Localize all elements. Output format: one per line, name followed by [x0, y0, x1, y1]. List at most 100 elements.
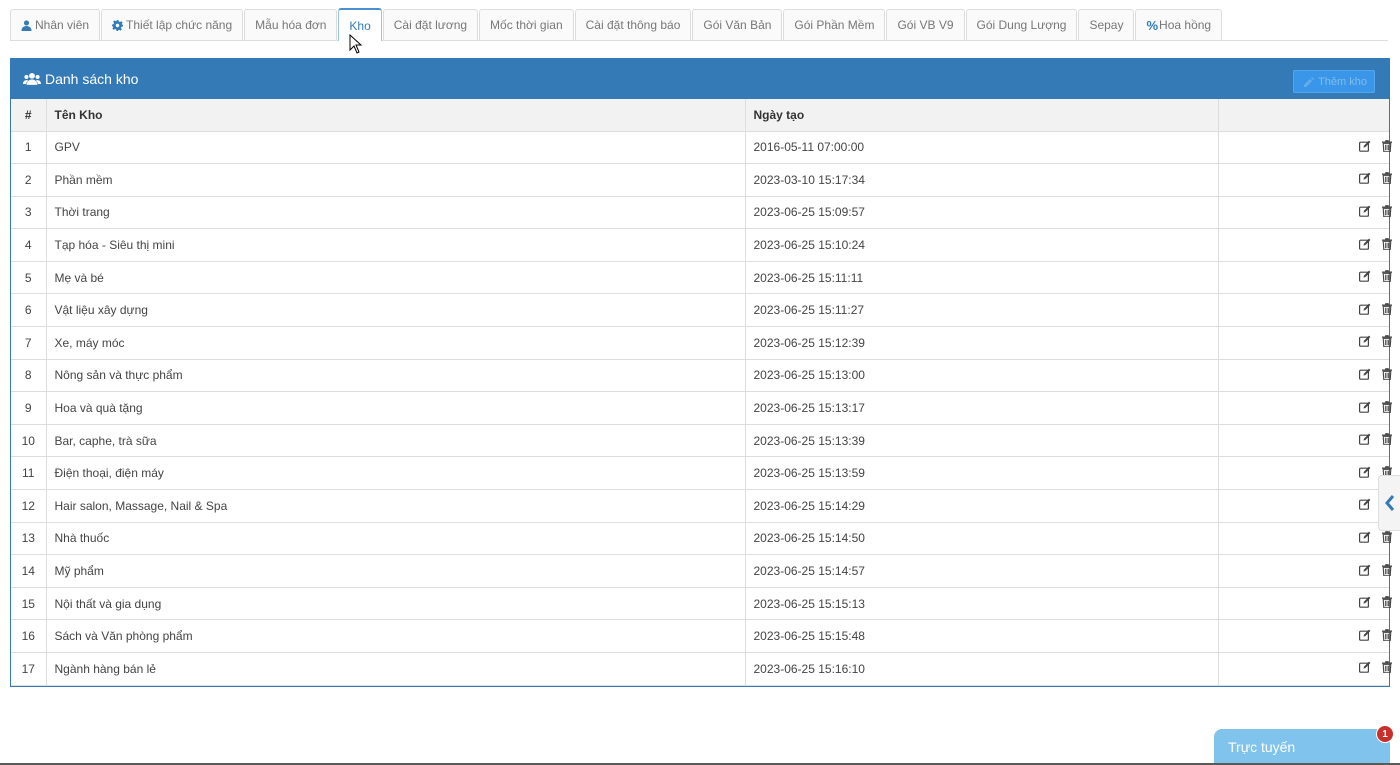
row-name: Tạp hóa - Siêu thị mini — [46, 228, 746, 262]
row-name: Mỹ phẩm — [46, 554, 746, 588]
column-header-actions — [1218, 99, 1389, 132]
edit-icon[interactable] — [1358, 564, 1371, 576]
row-actions — [1218, 424, 1392, 458]
row-created: 2023-06-25 15:13:39 — [745, 424, 1219, 458]
tab-13[interactable]: % Hoa hồng — [1135, 9, 1223, 40]
row-index: 6 — [11, 293, 47, 328]
edit-icon[interactable] — [1358, 531, 1371, 543]
row-actions — [1218, 652, 1392, 686]
tab-3[interactable]: Mẫu hóa đơn — [244, 9, 338, 40]
edit-icon[interactable] — [1358, 466, 1371, 478]
gear-icon — [112, 19, 124, 31]
column-header-index: # — [11, 99, 47, 132]
table-row: 8 Nông sản và thực phẩm 2023-06-25 15:13:0… — [11, 359, 1392, 393]
table-row: 16 Sách và Văn phòng phẩm 2023-06-25 15:15… — [11, 619, 1392, 653]
row-index: 12 — [11, 489, 47, 523]
row-created: 2023-06-25 15:14:50 — [745, 522, 1219, 556]
tab-9[interactable]: Gói Phần Mềm — [783, 9, 886, 40]
edit-icon[interactable] — [1358, 401, 1371, 413]
panel-header: Danh sách kho Thêm kho — [11, 59, 1389, 99]
row-created: 2023-06-25 15:13:17 — [745, 391, 1219, 425]
tab-label: Mốc thời gian — [490, 18, 563, 32]
tab-label: Gói VB V9 — [897, 18, 954, 32]
tab-6[interactable]: Mốc thời gian — [479, 9, 574, 40]
edit-icon[interactable] — [1358, 661, 1371, 674]
trash-icon[interactable] — [1381, 433, 1393, 446]
trash-icon[interactable] — [1381, 563, 1393, 576]
row-index: 5 — [11, 261, 47, 295]
trash-icon[interactable] — [1381, 335, 1393, 348]
add-warehouse-button[interactable]: Thêm kho — [1293, 70, 1375, 93]
edit-icon[interactable] — [1358, 596, 1371, 608]
pencil-icon — [1304, 76, 1318, 87]
edit-icon[interactable] — [1358, 303, 1371, 315]
row-index: 9 — [11, 391, 47, 425]
edit-icon[interactable] — [1358, 368, 1371, 380]
tab-2[interactable]: Thiết lập chức năng — [101, 9, 244, 40]
table-row: 4 Tạp hóa - Siêu thị mini 2023-06-25 15:10… — [11, 228, 1392, 262]
row-name: Mẹ và bé — [46, 261, 746, 295]
row-actions — [1218, 522, 1392, 556]
row-created: 2023-03-10 15:17:34 — [745, 163, 1219, 197]
edit-icon[interactable] — [1358, 140, 1371, 152]
row-actions — [1218, 196, 1392, 230]
row-name: Nội thất và gia dụng — [46, 587, 746, 621]
trash-icon[interactable] — [1381, 628, 1393, 641]
edit-icon[interactable] — [1358, 172, 1371, 185]
tab-12[interactable]: Sepay — [1078, 9, 1135, 40]
edit-icon[interactable] — [1358, 433, 1371, 445]
row-name: Thời trang — [46, 196, 746, 230]
trash-icon[interactable] — [1381, 596, 1393, 609]
settings-tabs: Nhân viên Thiết lập chức năng Mẫu hóa đơn K… — [10, 8, 1388, 41]
trash-icon[interactable] — [1381, 531, 1393, 543]
row-created: 2023-06-25 15:13:00 — [745, 359, 1219, 393]
row-created: 2016-05-11 07:00:00 — [745, 131, 1219, 165]
trash-icon[interactable] — [1381, 172, 1393, 185]
row-index: 1 — [11, 131, 47, 165]
edit-icon[interactable] — [1358, 205, 1371, 217]
tab-4[interactable]: Kho — [338, 8, 382, 41]
chat-badge: 1 — [1376, 725, 1394, 743]
trash-icon[interactable] — [1381, 400, 1393, 413]
users-icon — [23, 72, 41, 86]
tab-7[interactable]: Cài đặt thông báo — [574, 9, 692, 40]
tab-10[interactable]: Gói VB V9 — [886, 9, 965, 40]
table-row: 10 Bar, caphe, trà sữa 2023-06-25 15:13:39 — [11, 424, 1392, 458]
table-row: 9 Hoa và quà tặng 2023-06-25 15:13:17 — [11, 391, 1392, 425]
table-header-row: # Tên Kho Ngày tạo — [11, 99, 1389, 132]
row-created: 2023-06-25 15:09:57 — [745, 196, 1219, 230]
trash-icon[interactable] — [1381, 302, 1393, 315]
edit-icon[interactable] — [1358, 270, 1371, 282]
row-created: 2023-06-25 15:10:24 — [745, 228, 1219, 262]
tab-8[interactable]: Gói Văn Bản — [692, 9, 783, 40]
tab-label: Hoa hồng — [1159, 18, 1212, 32]
row-index: 3 — [11, 196, 47, 230]
trash-icon[interactable] — [1381, 368, 1393, 380]
trash-icon[interactable] — [1381, 205, 1393, 217]
row-created: 2023-06-25 15:12:39 — [745, 326, 1219, 360]
edit-icon[interactable] — [1358, 238, 1371, 250]
row-name: Vật liệu xây dựng — [46, 293, 746, 328]
edit-icon[interactable] — [1358, 498, 1371, 511]
trash-icon[interactable] — [1381, 237, 1393, 250]
tab-label: Sepay — [1089, 18, 1124, 32]
edit-icon[interactable] — [1358, 335, 1371, 348]
trash-icon[interactable] — [1381, 270, 1393, 283]
trash-icon[interactable] — [1381, 139, 1393, 152]
row-created: 2023-06-25 15:11:27 — [745, 293, 1219, 328]
row-index: 11 — [11, 456, 47, 491]
column-header-created: Ngày tạo — [745, 99, 1219, 132]
row-created: 2023-06-25 15:14:29 — [745, 489, 1219, 523]
warehouse-panel: Danh sách kho Thêm kho # Tên Kho Ngày tạ… — [10, 58, 1393, 687]
tab-label: Cài đặt lương — [393, 18, 468, 32]
tab-1[interactable]: Nhân viên — [10, 9, 101, 40]
table-row: 7 Xe, máy móc 2023-06-25 15:12:39 — [11, 326, 1392, 360]
tab-11[interactable]: Gói Dung Lượng — [965, 9, 1078, 40]
edit-icon[interactable] — [1358, 629, 1371, 641]
table-row: 12 Hair salon, Massage, Nail & Spa 2023-06… — [11, 489, 1392, 523]
row-index: 8 — [11, 359, 47, 393]
chat-widget[interactable]: Trực tuyến — [1214, 729, 1390, 765]
tab-5[interactable]: Cài đặt lương — [382, 9, 479, 40]
collapse-handle[interactable] — [1378, 475, 1400, 531]
trash-icon[interactable] — [1381, 661, 1393, 674]
